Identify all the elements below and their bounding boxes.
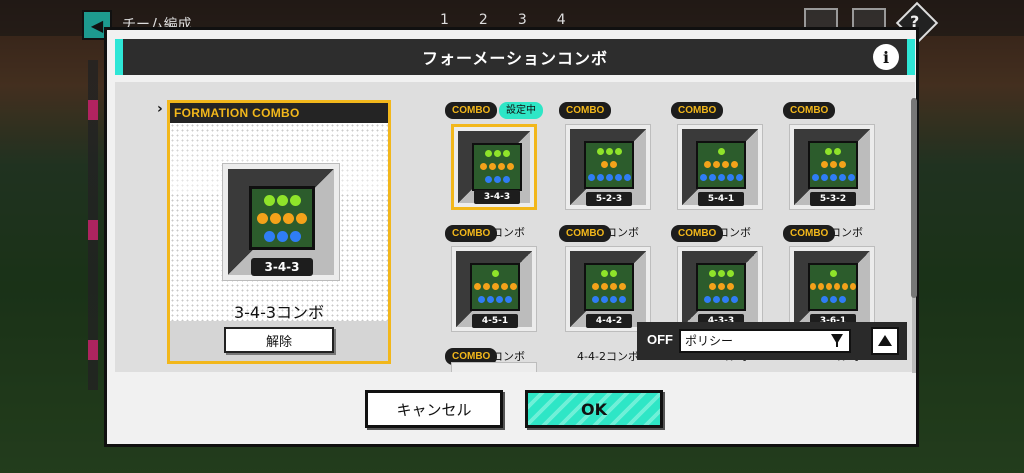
combo-card-label: 4-4-2 xyxy=(586,314,632,328)
combo-card-label: 3-4-3 xyxy=(474,190,520,204)
combo-card-3-4-3[interactable]: 3-4-3 xyxy=(451,124,537,210)
formation-field-icon xyxy=(249,186,315,250)
selected-combo-name: 3-4-3コンボ xyxy=(233,303,325,322)
formation-field-icon xyxy=(808,263,858,311)
combo-tag: COMBO xyxy=(445,225,498,242)
ok-button[interactable]: OK xyxy=(525,390,663,428)
combo-card-4-5-1[interactable]: 4-5-1 xyxy=(451,246,537,332)
info-icon[interactable]: i xyxy=(873,44,899,70)
combo-card-4-4-2[interactable]: 4-4-2 xyxy=(565,246,651,332)
set-tag: 設定中 xyxy=(499,102,543,119)
selected-formation-card: 3-4-3 xyxy=(222,163,340,281)
background-decoration xyxy=(88,60,98,390)
combo-card-label: 4-5-1 xyxy=(472,314,518,328)
combo-tag: COMBO xyxy=(671,102,724,119)
triangle-up-icon xyxy=(878,335,892,346)
selected-formation-label: 3-4-3 xyxy=(251,258,313,276)
combo-card-label: 5-2-3 xyxy=(586,192,632,206)
page-tab-4[interactable]: 4 xyxy=(557,12,566,28)
formation-field-icon xyxy=(470,263,520,311)
policy-select[interactable]: ポリシー xyxy=(679,329,851,353)
combo-card-5-3-2[interactable]: 5-3-2 xyxy=(789,124,875,210)
chevron-right-icon: › xyxy=(157,101,163,117)
selected-combo-panel: FORMATION COMBO 3-4-3 3-4-3コンボ 解除 xyxy=(167,100,391,364)
release-button[interactable]: 解除 xyxy=(224,327,334,353)
combo-tag: COMBO xyxy=(559,225,612,242)
selected-panel-preview: 3-4-3 3-4-3コンボ xyxy=(170,123,388,322)
combo-tag: COMBO xyxy=(783,225,836,242)
formation-field-icon xyxy=(696,263,746,311)
combo-tag: COMBO xyxy=(671,225,724,242)
filter-toggle[interactable]: OFF xyxy=(647,332,673,347)
formation-field-icon xyxy=(584,263,634,311)
combo-card-label: 5-4-1 xyxy=(698,192,744,206)
combo-tag: COMBO xyxy=(445,102,498,119)
dialog-title: フォーメーションコンボ xyxy=(421,49,609,68)
dialog-header: フォーメーションコンボ i xyxy=(115,39,915,75)
back-arrow-icon: ◀ xyxy=(90,15,104,35)
policy-select-value: ポリシー xyxy=(685,334,734,348)
combo-tag: COMBO xyxy=(783,102,836,119)
background-page-tabs: 1 2 3 4 xyxy=(440,12,566,28)
formation-field-icon xyxy=(584,141,634,189)
page-tab-3[interactable]: 3 xyxy=(518,12,527,28)
formation-combo-dialog: フォーメーションコンボ i › FORMATION COMBO 3-4-3 3-… xyxy=(104,27,919,447)
formation-field-icon xyxy=(696,141,746,189)
combo-card-5-2-3[interactable]: 5-2-3 xyxy=(565,124,651,210)
filter-bar: OFF ポリシー xyxy=(637,322,907,360)
combo-card-partial[interactable] xyxy=(451,362,537,372)
page-tab-1[interactable]: 1 xyxy=(440,12,449,28)
sort-order-button[interactable] xyxy=(871,327,899,355)
combo-card-3-6-1[interactable]: 3-6-1 xyxy=(789,246,875,332)
selected-panel-footer: 解除 xyxy=(170,321,388,361)
filter-funnel-stem xyxy=(836,342,838,347)
combo-card-5-4-1[interactable]: 5-4-1 xyxy=(677,124,763,210)
combo-card-label: 5-3-2 xyxy=(810,192,856,206)
formation-field-icon xyxy=(808,141,858,189)
combo-tag: COMBO xyxy=(559,102,612,119)
scrollbar-thumb[interactable] xyxy=(911,98,917,298)
selected-panel-header: FORMATION COMBO xyxy=(170,103,388,123)
formation-field-icon xyxy=(472,143,522,191)
cancel-button[interactable]: キャンセル xyxy=(365,390,503,428)
combo-card-4-3-3[interactable]: 4-3-3 xyxy=(677,246,763,332)
page-tab-2[interactable]: 2 xyxy=(479,12,488,28)
dialog-body: › FORMATION COMBO 3-4-3 3-4-3コンボ 解除 3-4-… xyxy=(115,82,917,373)
